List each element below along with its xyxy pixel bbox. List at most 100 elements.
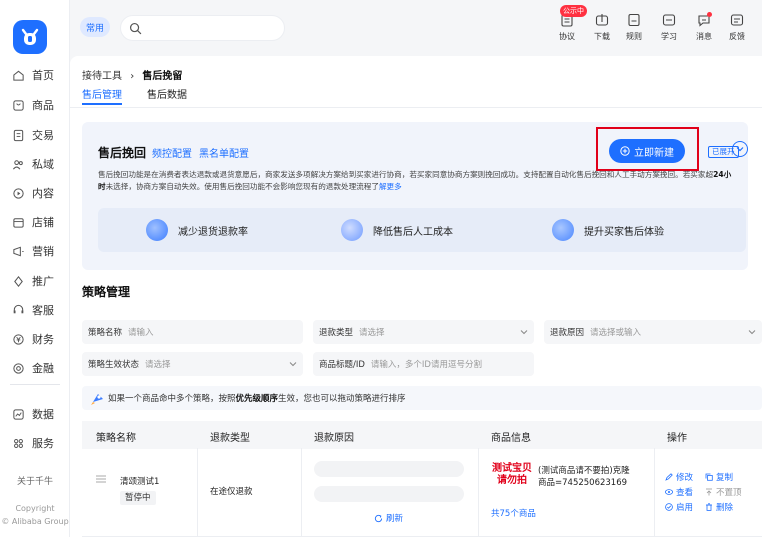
filter-label: 策略生效状态 (88, 360, 140, 370)
nav-item-shop[interactable]: 店铺 (0, 211, 70, 233)
header-rules-button[interactable]: 规则 (621, 8, 647, 44)
refund-type-select[interactable]: 退款类型 请选择 (313, 320, 534, 344)
view-button[interactable]: 查看 (665, 486, 693, 498)
delete-button[interactable]: 删除 (705, 501, 733, 513)
product-thumbnail[interactable]: 测试宝贝 请勿拍 (491, 463, 533, 499)
learn-more-link[interactable]: 解更多 (379, 182, 402, 191)
benefit-label: 减少退货退款率 (178, 226, 248, 238)
tab-aftersale-management[interactable]: 售后管理 (82, 86, 122, 101)
qianniu-logo[interactable] (13, 20, 47, 54)
strategy-status-select[interactable]: 策略生效状态 请选择 (82, 352, 303, 376)
refund-reason-select[interactable]: 退款原因 请选择或输入 (544, 320, 762, 344)
col-refund-type: 退款类型 (210, 433, 250, 444)
copy-button[interactable]: 复制 (705, 471, 733, 483)
header-download-button[interactable]: 下载 (589, 8, 615, 44)
nav-item-promotion[interactable]: 推广 (0, 270, 70, 292)
refund-type-value: 在途仅退款 (210, 487, 253, 497)
nav-item-label: 数据 (32, 408, 54, 421)
home-icon (11, 68, 25, 82)
nav-item-label: 营销 (32, 245, 54, 258)
nav-item-private-domain[interactable]: 私域 (0, 153, 70, 175)
header-learn-button[interactable]: 学习 (656, 8, 682, 44)
enable-button[interactable]: 启用 (665, 501, 693, 513)
nav-item-services[interactable]: 服务 (0, 432, 70, 454)
reason-placeholder (314, 486, 464, 502)
collapse-toggle[interactable] (732, 141, 748, 157)
unpin-button[interactable]: 不置顶 (705, 486, 742, 498)
nav-item-data[interactable]: 数据 (0, 403, 70, 425)
services-icon (11, 436, 25, 450)
refresh-icon (374, 514, 383, 522)
search-input[interactable] (120, 15, 285, 41)
learn-icon (662, 14, 676, 26)
nav-divider (10, 384, 60, 385)
benefit-improve-experience: 提升买家售后体验 (552, 219, 664, 241)
common-tag[interactable]: 常用 (80, 17, 110, 37)
nav-item-label: 店铺 (32, 216, 54, 229)
header-feedback-button[interactable]: 反馈 (724, 8, 750, 44)
search-icon (129, 22, 142, 35)
main-content: 接待工具 › 售后挽留 售后管理 售后数据 售后挽回 频控配置 黑名单配置 立即… (70, 56, 762, 537)
goods-icon (11, 98, 25, 112)
tip-bold: 优先级顺序 (235, 394, 279, 404)
about-link[interactable]: 关于千牛 (0, 474, 70, 487)
notice-badge: 公示中 (560, 5, 587, 17)
product-name[interactable]: (测试商品请不要拍)克隆商品=745250623169 (538, 465, 636, 489)
breadcrumb-parent[interactable]: 接待工具 (82, 71, 122, 82)
nav-item-trade[interactable]: 交易 (0, 124, 70, 146)
strategy-name-filter[interactable]: 策略名称 请输入 (82, 320, 303, 344)
refresh-button[interactable]: 刷新 (374, 512, 403, 524)
content-icon (11, 186, 25, 200)
tool-label: 反馈 (729, 32, 745, 41)
nav-item-service[interactable]: 客服 (0, 299, 70, 321)
frequency-config-link[interactable]: 频控配置 (152, 145, 192, 160)
create-now-button[interactable]: 立即新建 (609, 139, 685, 163)
pin-top-icon (706, 488, 712, 496)
nav-item-home[interactable]: 首页 (0, 64, 70, 86)
breadcrumb-current: 售后挽留 (142, 71, 183, 82)
edit-button[interactable]: 修改 (665, 471, 693, 483)
product-id-filter[interactable]: 商品标题/ID 请输入，多个ID请用逗号分割 (313, 352, 534, 376)
tool-label: 学习 (661, 32, 677, 41)
col-refund-reason: 退款原因 (314, 433, 354, 444)
tip-text-2: 生效，您也可以拖动策略进行排序 (278, 394, 406, 404)
edit-label: 修改 (676, 473, 694, 483)
finance-icon (11, 332, 25, 346)
enable-label: 启用 (676, 503, 694, 513)
nav-item-finance[interactable]: 财务 (0, 328, 70, 350)
header-divider (70, 107, 762, 108)
filter-placeholder: 请选择 (359, 328, 385, 338)
rocket-icon (91, 394, 103, 405)
private-domain-icon (11, 157, 25, 171)
retention-panel: 售后挽回 频控配置 黑名单配置 立即新建 已展开 售后挽回功能是在消费者表达退款… (82, 122, 748, 270)
header-agreement-button[interactable]: 协议 公示中 (554, 5, 587, 44)
strategy-name: 清颂测试1 (120, 477, 160, 487)
nav-item-loan[interactable]: 金融 (0, 357, 70, 379)
company-text: © Alibaba Group (1, 517, 69, 526)
blacklist-config-link[interactable]: 黑名单配置 (199, 145, 249, 160)
unread-dot (707, 12, 712, 17)
tool-label: 消息 (696, 32, 712, 41)
nav-item-label: 首页 (32, 69, 54, 82)
refresh-label: 刷新 (386, 514, 404, 524)
app-root: 首页 商品 交易 私域 内容 店铺 营销 推广 客服 财务 金融 数据 服务 关于千牛 Copyrigh… (0, 0, 762, 537)
header-message-button[interactable]: 消息 (691, 8, 717, 44)
nav-item-marketing[interactable]: 营销 (0, 240, 70, 262)
nav-item-goods[interactable]: 商品 (0, 94, 70, 116)
breadcrumb: 接待工具 › 售后挽留 (82, 67, 182, 82)
drag-handle-icon[interactable] (96, 475, 106, 483)
col-divider (478, 448, 479, 536)
col-divider (197, 448, 198, 536)
filter-placeholder: 请输入 (128, 328, 154, 338)
filter-label: 商品标题/ID (319, 360, 365, 370)
table-row: 清颂测试1 暂停中 在途仅退款 刷新 测试宝贝 请勿拍 (测试商品请不要拍)克隆… (82, 449, 762, 537)
feedback-icon (730, 14, 744, 26)
nav-item-content[interactable]: 内容 (0, 182, 70, 204)
nav-item-label: 财务 (32, 333, 54, 346)
edit-icon (665, 473, 673, 481)
unpin-label: 不置顶 (716, 488, 742, 498)
product-count-link[interactable]: 共75个商品 (491, 507, 536, 519)
trash-icon (706, 503, 712, 511)
tab-aftersale-data[interactable]: 售后数据 (147, 86, 187, 101)
copy-label: 复制 (716, 473, 734, 483)
